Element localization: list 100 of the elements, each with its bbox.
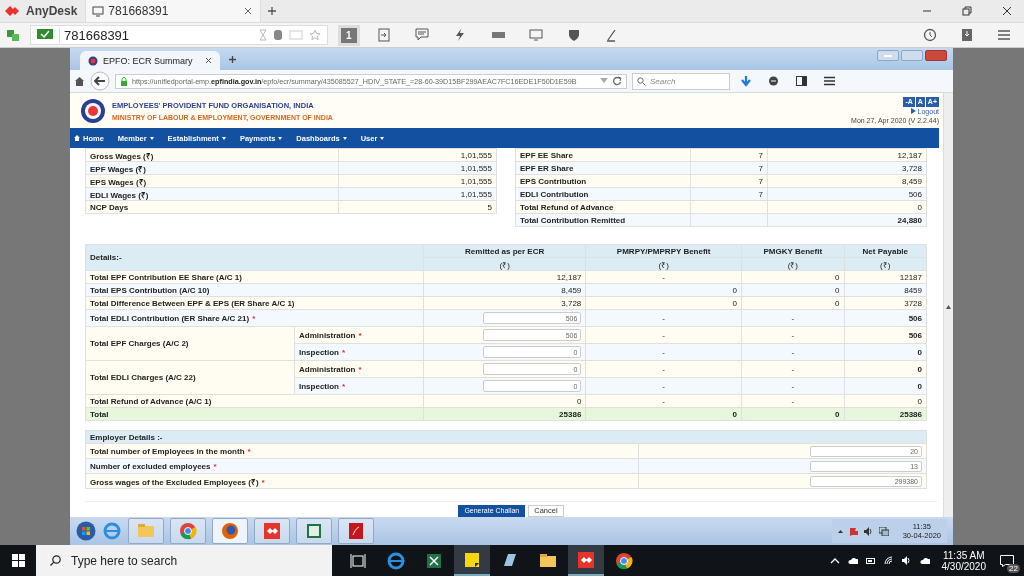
- address-field[interactable]: 781668391: [30, 25, 328, 45]
- caret-icon: [221, 136, 226, 140]
- table-cell: 12,187: [767, 148, 927, 162]
- emblem-icon: [88, 55, 98, 66]
- table-cell: 0: [585, 296, 742, 310]
- table-cell: 3,728: [767, 161, 927, 175]
- restore-icon[interactable]: [962, 6, 972, 16]
- wifi-icon[interactable]: [883, 555, 894, 566]
- display-button[interactable]: 1: [338, 24, 360, 46]
- table-cell: -: [741, 343, 844, 361]
- required-mark: *: [247, 446, 251, 456]
- table-cell: Total: [85, 407, 424, 421]
- required-mark: *: [358, 330, 362, 340]
- caret-up-icon[interactable]: [837, 529, 843, 533]
- firefox-icon[interactable]: [220, 521, 240, 541]
- table-cell: -: [741, 377, 844, 395]
- search-box[interactable]: Type here to search: [36, 545, 332, 576]
- caret-icon: [149, 136, 154, 140]
- plus-icon[interactable]: [267, 6, 278, 16]
- table-cell: -: [585, 360, 742, 378]
- chat-bubble-icon[interactable]: [768, 75, 779, 87]
- session-tab[interactable]: 781668391: [85, 0, 262, 22]
- monitor-icon: [92, 5, 105, 17]
- table-cell: 1,01,555: [338, 161, 497, 175]
- emblem-logo-icon: [80, 97, 106, 124]
- table-cell: Gross Wages (₹): [85, 148, 339, 162]
- column-header: PMRPY/PMPRPY Benefit: [585, 244, 742, 258]
- column-header: Net Payable: [844, 244, 927, 258]
- required-mark: *: [261, 477, 265, 487]
- table-header: Details:-: [85, 244, 424, 271]
- globe-icon[interactable]: [386, 550, 406, 571]
- table-cell: EDLI Contribution: [515, 187, 691, 201]
- browser-tab[interactable]: EPFO: ECR Summary: [80, 51, 220, 70]
- download-arrow-icon[interactable]: [741, 75, 751, 87]
- windows-logo-icon[interactable]: [11, 554, 25, 567]
- table-cell: 0: [741, 407, 844, 421]
- table-cell: 12187: [844, 270, 927, 284]
- table-cell: -: [585, 343, 742, 361]
- up-arrow-icon: [946, 305, 951, 309]
- history-icon[interactable]: [923, 28, 937, 42]
- close-icon[interactable]: [1002, 6, 1012, 16]
- search-placeholder: Type here to search: [71, 553, 178, 568]
- table-cell: 7: [690, 148, 768, 162]
- notification-icon[interactable]: [1000, 554, 1014, 567]
- label-text: Inspection: [299, 381, 339, 391]
- table-cell: 506: [767, 187, 927, 201]
- speaker-icon[interactable]: [863, 526, 873, 536]
- search-icon: [637, 76, 646, 86]
- pdf-icon[interactable]: [346, 521, 366, 541]
- arrow-icon: [910, 108, 916, 114]
- table-cell: -: [585, 377, 742, 395]
- home-icon[interactable]: [74, 76, 85, 86]
- search-field[interactable]: Search: [632, 72, 730, 90]
- column-header: Remitted as per ECR: [423, 244, 586, 258]
- table-cell: 3,728: [423, 296, 586, 310]
- table-cell: NCP Days: [85, 200, 339, 214]
- label-text: Total EDLI Contribution (ER Share A/C 21): [90, 313, 250, 323]
- connection-icon[interactable]: [6, 28, 20, 42]
- close-icon[interactable]: [205, 57, 212, 64]
- battery-icon[interactable]: [865, 555, 876, 566]
- table-cell: -: [741, 394, 844, 408]
- table-cell: 1,01,555: [338, 174, 497, 188]
- table-cell: Total EDLI Charges (A/C 22): [85, 360, 295, 395]
- cloud-icon[interactable]: [847, 555, 858, 566]
- cloud-upload-icon[interactable]: [919, 555, 930, 566]
- table-cell: 7: [690, 161, 768, 175]
- speaker-icon[interactable]: [901, 555, 912, 566]
- network-icon[interactable]: [878, 526, 889, 536]
- table-cell: 0: [844, 343, 927, 361]
- column-unit: (₹): [741, 257, 844, 271]
- reload-icon[interactable]: [612, 76, 622, 86]
- check-screen-icon: [37, 29, 53, 41]
- table-cell: -: [585, 394, 742, 408]
- menu-icon[interactable]: [824, 76, 835, 86]
- table-cell: -: [741, 309, 844, 327]
- download-icon[interactable]: [961, 28, 973, 42]
- chat-icon[interactable]: [414, 28, 429, 42]
- cylinder-icon: [273, 29, 283, 41]
- table-header: Employer Details :-: [85, 430, 927, 444]
- sidebar-icon[interactable]: [796, 76, 807, 86]
- notification-count: 22: [1007, 564, 1020, 573]
- chrome-icon[interactable]: [614, 550, 634, 571]
- plus-icon[interactable]: [228, 54, 237, 64]
- table-cell: 25386: [423, 407, 586, 421]
- start-orb-icon[interactable]: [76, 521, 96, 541]
- shield-icon[interactable]: [566, 28, 581, 42]
- search-input[interactable]: Search: [650, 76, 718, 86]
- label-text: Administration: [299, 364, 356, 374]
- label-text: Inspection: [299, 347, 339, 357]
- required-mark: *: [358, 364, 362, 374]
- table-cell: 3728: [844, 296, 927, 310]
- back-icon[interactable]: [90, 71, 110, 91]
- table-cell: EPS Wages (₹): [85, 174, 339, 188]
- file-transfer-icon[interactable]: [376, 28, 391, 42]
- table-cell: -: [585, 326, 742, 344]
- label-text: Total number of Employees in the month: [90, 446, 245, 456]
- scrollbar[interactable]: [943, 93, 953, 517]
- close-icon[interactable]: [244, 7, 253, 15]
- table-cell: Total EPF Charges (A/C 2): [85, 326, 295, 361]
- flag-icon[interactable]: [848, 526, 858, 536]
